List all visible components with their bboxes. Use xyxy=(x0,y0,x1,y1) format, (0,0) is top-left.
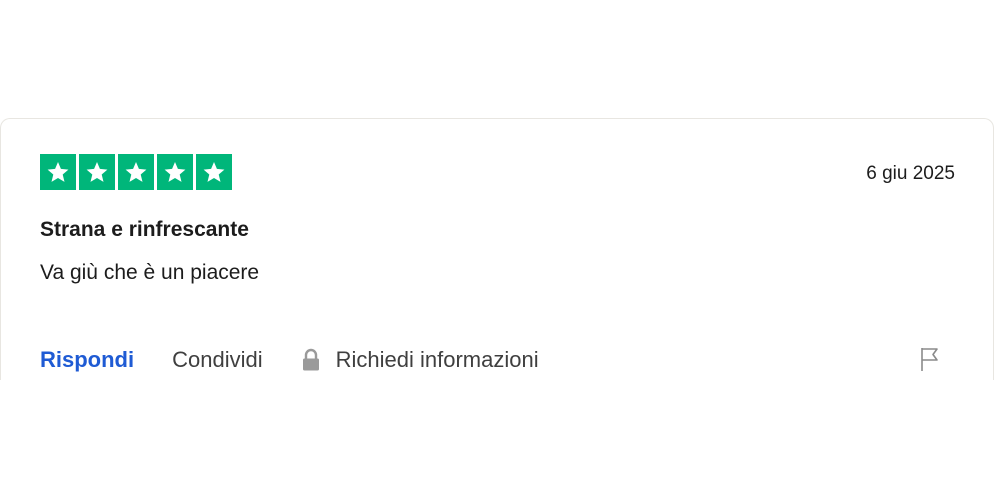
star-icon xyxy=(40,154,76,190)
star-icon xyxy=(118,154,154,190)
star-icon xyxy=(157,154,193,190)
review-actions: Rispondi Condividi Richiedi informazioni xyxy=(40,347,539,373)
star-icon xyxy=(196,154,232,190)
review-card: 6 giu 2025 Strana e rinfrescante Va giù … xyxy=(0,118,994,380)
flag-icon[interactable] xyxy=(919,346,943,372)
star-icon xyxy=(79,154,115,190)
review-title: Strana e rinfrescante xyxy=(40,218,249,241)
lock-icon xyxy=(301,348,321,372)
request-info-button[interactable]: Richiedi informazioni xyxy=(301,347,539,373)
review-date: 6 giu 2025 xyxy=(866,163,955,184)
reply-button[interactable]: Rispondi xyxy=(40,347,134,373)
review-body: Va giù che è un piacere xyxy=(40,261,260,284)
share-button[interactable]: Condividi xyxy=(172,347,263,373)
star-rating xyxy=(40,154,232,190)
request-info-label: Richiedi informazioni xyxy=(335,347,539,372)
